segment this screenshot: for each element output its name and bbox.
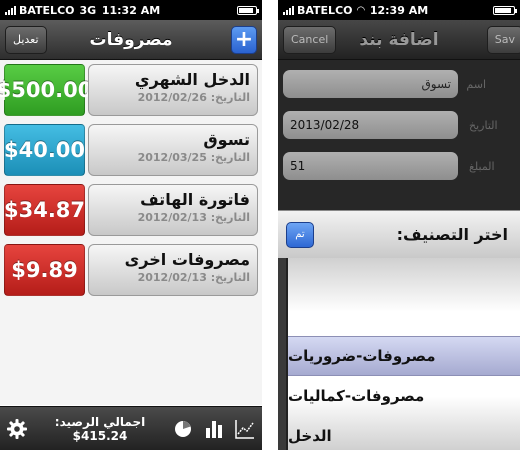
entry-card[interactable]: فاتورة الهاتف التاريخ: 2012/02/13: [88, 184, 258, 236]
add-button[interactable]: +: [231, 25, 257, 54]
category-picker[interactable]: مصروفات-ضروريات مصروفات-كماليات الدخل: [278, 258, 520, 450]
amount-label: المبلغ: [469, 159, 495, 173]
list-item[interactable]: $40.00 تسوق التاريخ: 2012/03/25: [4, 124, 258, 176]
amount-field[interactable]: 51 المبلغ: [283, 152, 495, 180]
entry-date: التاريخ: 2012/02/13: [137, 211, 250, 224]
save-button[interactable]: Sav: [486, 25, 520, 54]
edit-button[interactable]: تعديل: [5, 25, 47, 54]
name-label: اسم: [466, 77, 486, 91]
list-item[interactable]: $500.00 الدخل الشهري التاريخ: 2012/02/26: [0, 64, 258, 116]
amount-badge: $9.89: [4, 244, 85, 296]
total-balance: اجمالي الرصيد: 415.24$: [54, 414, 146, 443]
status-time: 12:39 AM: [369, 3, 429, 17]
expenses-screen: BATELCO 3G 11:32 AM تعديل مصروفات + $500…: [0, 0, 262, 450]
entry-card[interactable]: مصروفات اخرى التاريخ: 2012/02/13: [88, 244, 258, 296]
cancel-button[interactable]: Cancel: [283, 25, 337, 54]
nav-bar: Cancel اضافة بند Sav: [278, 20, 520, 60]
entries-list: $500.00 الدخل الشهري التاريخ: 2012/02/26…: [0, 60, 262, 405]
battery-icon: [493, 5, 517, 15]
entry-title: مصروفات اخرى: [124, 250, 250, 269]
entry-date: التاريخ: 2012/02/26: [137, 91, 250, 104]
status-bar: BATELCO 3G 11:32 AM: [0, 0, 262, 20]
amount-badge: $40.00: [4, 124, 85, 176]
gear-icon[interactable]: [6, 418, 28, 440]
add-item-screen: BATELCO ◠ 12:39 AM Cancel اضافة بند Sav …: [278, 0, 520, 450]
picker-option[interactable]: مصروفات-كماليات: [288, 376, 520, 416]
entry-date: التاريخ: 2012/03/25: [137, 151, 250, 164]
list-item[interactable]: $34.87 فاتورة الهاتف التاريخ: 2012/02/13: [4, 184, 258, 236]
picker-option[interactable]: الدخل: [288, 416, 520, 450]
name-field[interactable]: تسوق اسم: [283, 70, 486, 98]
pie-chart-icon[interactable]: [172, 418, 194, 440]
bar-chart-icon[interactable]: [203, 418, 225, 440]
picker-header: تم اختر التصنيف:: [278, 210, 520, 258]
name-value: تسوق: [421, 77, 451, 91]
entry-card[interactable]: تسوق التاريخ: 2012/03/25: [88, 124, 258, 176]
entry-date: التاريخ: 2012/02/13: [137, 271, 250, 284]
done-button[interactable]: تم: [286, 221, 314, 248]
bottom-toolbar: اجمالي الرصيد: 415.24$: [0, 406, 262, 450]
amount-value: 51: [290, 159, 306, 173]
entry-title: فاتورة الهاتف: [140, 190, 250, 209]
add-item-form: تسوق اسم 2013/02/28 التاريخ 51 المبلغ: [278, 60, 520, 230]
amount-badge: $500.00: [0, 64, 92, 116]
status-bar: BATELCO ◠ 12:39 AM: [278, 0, 520, 20]
line-chart-icon[interactable]: [234, 418, 256, 440]
amount-badge: $34.87: [4, 184, 85, 236]
date-label: التاريخ: [469, 118, 498, 132]
battery-icon: [237, 5, 259, 15]
status-time: 11:32 AM: [101, 3, 161, 17]
picker-title: اختر التصنيف:: [396, 225, 508, 244]
entry-card[interactable]: الدخل الشهري التاريخ: 2012/02/26: [88, 64, 258, 116]
picker-option-selected[interactable]: مصروفات-ضروريات: [288, 336, 520, 376]
date-field[interactable]: 2013/02/28 التاريخ: [283, 111, 498, 139]
nav-bar: تعديل مصروفات +: [0, 20, 262, 60]
entry-title: تسوق: [203, 130, 250, 149]
picker-wheel[interactable]: مصروفات-ضروريات مصروفات-كماليات الدخل: [286, 258, 520, 450]
list-item[interactable]: $9.89 مصروفات اخرى التاريخ: 2012/02/13: [4, 244, 258, 296]
entry-title: الدخل الشهري: [134, 70, 250, 89]
date-value: 2013/02/28: [290, 118, 360, 132]
